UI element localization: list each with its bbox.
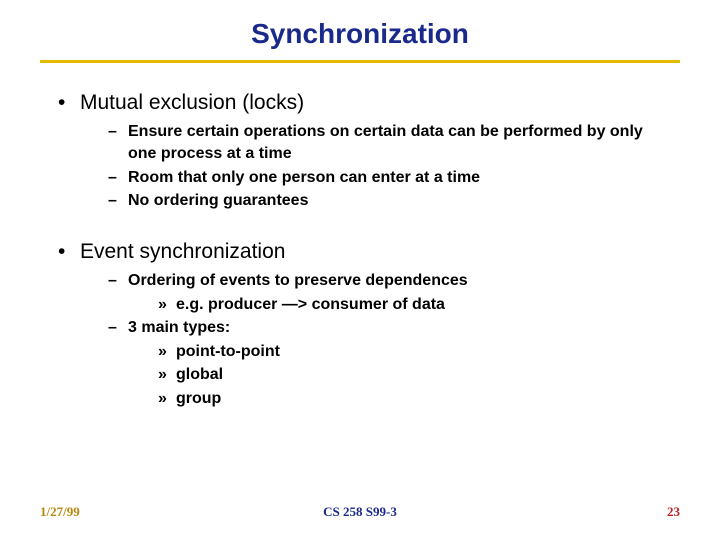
bullet-es-ptp: point-to-point — [50, 341, 670, 363]
footer-pageno: 23 — [667, 504, 680, 520]
bullet-es-ordering: Ordering of events to preserve dependenc… — [50, 270, 670, 292]
bullet-me-room: Room that only one person can enter at a… — [50, 167, 670, 189]
slide-title: Synchronization — [0, 0, 720, 50]
bullet-es-group: group — [50, 388, 670, 410]
bullet-es-eg: e.g. producer —> consumer of data — [50, 294, 670, 316]
bullet-es-global: global — [50, 364, 670, 386]
slide-body: Mutual exclusion (locks) Ensure certain … — [0, 63, 720, 410]
bullet-mutual-exclusion: Mutual exclusion (locks) — [50, 89, 670, 117]
spacer — [50, 214, 670, 232]
bullet-event-sync: Event synchronization — [50, 238, 670, 266]
bullet-me-noorder: No ordering guarantees — [50, 190, 670, 212]
bullet-es-types: 3 main types: — [50, 317, 670, 339]
footer: 1/27/99 CS 258 S99-3 23 — [0, 504, 720, 524]
slide: Synchronization Mutual exclusion (locks)… — [0, 0, 720, 540]
footer-course: CS 258 S99-3 — [0, 504, 720, 520]
bullet-me-ensure: Ensure certain operations on certain dat… — [50, 121, 670, 164]
